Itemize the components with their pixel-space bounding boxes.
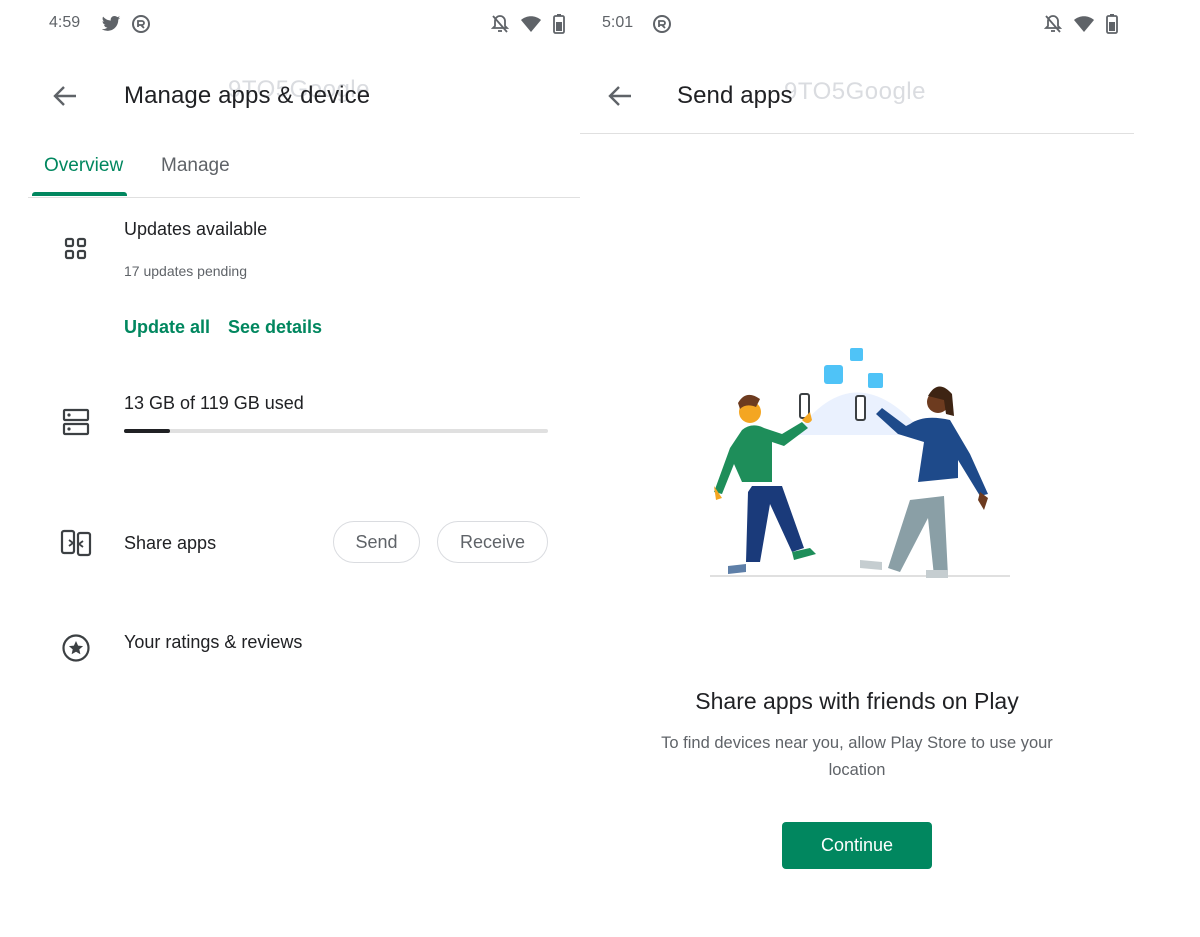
share-apps-label: Share apps [124,533,217,553]
apps-grid-icon [64,237,88,266]
notifications-off-icon [490,14,510,39]
wifi-icon [1074,15,1094,38]
status-time: 4:59 [49,14,81,31]
see-details-button[interactable]: See details [228,317,322,338]
twitter-icon [101,15,121,38]
updates-title: Updates available [124,219,268,239]
share-description: To find devices near you, allow Play Sto… [661,734,1053,779]
share-heading: Share apps with friends on Play [695,688,1019,714]
send-button[interactable]: Send [333,521,420,563]
updates-subtitle: 17 updates pending [124,263,247,279]
ratings-reviews-link[interactable]: Your ratings & reviews [124,632,302,653]
status-time: 5:01 [602,14,634,31]
back-arrow-icon[interactable] [52,84,78,113]
share-apps-illustration [710,340,1010,590]
share-devices-icon [60,528,92,563]
tab-divider [28,197,580,198]
header-divider [580,133,1134,134]
storage-text: 13 GB of 119 GB used [124,393,304,413]
status-left-icons [101,14,151,39]
battery-icon [1106,14,1118,39]
wifi-icon [521,15,541,38]
send-apps-screen: 5:01 9TO5Google Send apps Share apps wit… [580,0,1200,937]
star-circle-icon [61,633,91,668]
battery-icon [553,14,565,39]
notifications-off-icon [1043,14,1063,39]
page-title: Send apps [677,82,793,109]
page-title: Manage apps & device [124,82,371,109]
manage-apps-screen: 4:59 9TO5Google Manage apps & device Ove… [0,0,580,937]
active-tab-indicator [32,192,127,196]
tab-manage[interactable]: Manage [161,155,230,177]
receive-button[interactable]: Receive [437,521,548,563]
sync-icon [131,14,151,39]
sync-icon [652,14,672,39]
status-right-icons [490,14,565,39]
status-right-icons [1043,14,1118,39]
storage-progress-fill [124,429,171,433]
watermark: 9TO5Google [784,78,926,105]
status-left-icons [652,14,672,39]
continue-button[interactable]: Continue [782,822,932,869]
storage-icon [62,408,90,441]
tab-overview[interactable]: Overview [44,155,123,177]
update-all-button[interactable]: Update all [124,317,210,338]
back-arrow-icon[interactable] [607,84,633,113]
storage-progress-bar [124,429,548,433]
